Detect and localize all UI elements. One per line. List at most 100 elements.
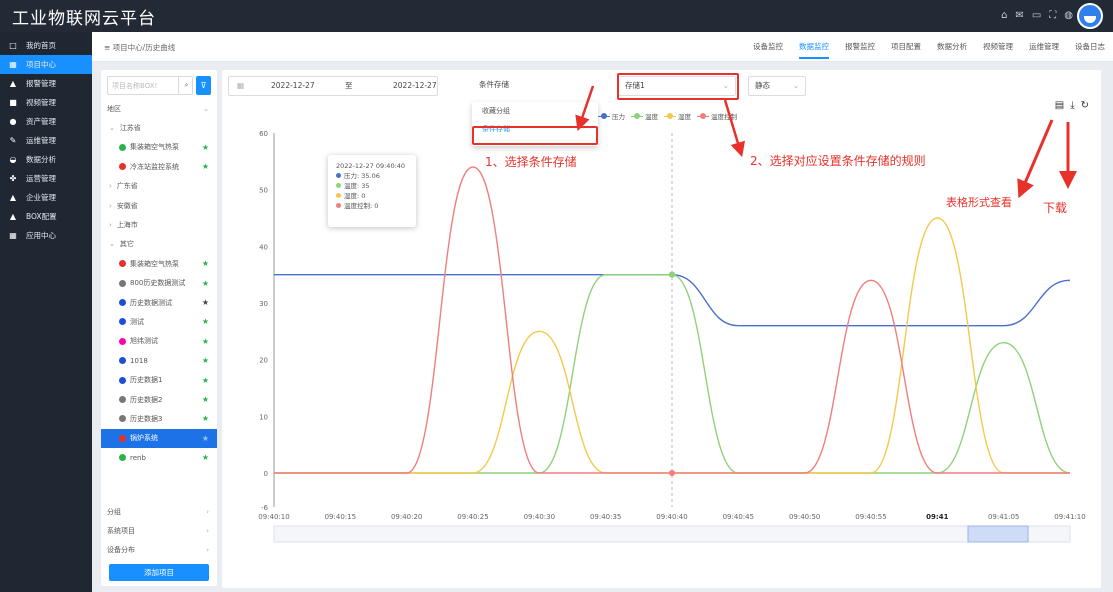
chart-tooltip: 2022-12-27 09:40:40 压力: 35.06 温度: 35 湿度: 0…: [328, 155, 416, 227]
home-icon[interactable]: ⌂: [1001, 10, 1007, 21]
add-project-button[interactable]: 添加项目: [109, 564, 209, 581]
tree-group[interactable]: 地区 ⌄: [101, 99, 217, 118]
tree-item[interactable]: 测试 ★: [101, 312, 217, 331]
table-view-icon[interactable]: ▤: [1055, 100, 1064, 111]
nav-item-1[interactable]: ▦ 项目中心: [0, 55, 92, 74]
tab-2[interactable]: 报警监控: [845, 41, 875, 59]
nav-icon: ▲: [9, 79, 17, 88]
globe-icon[interactable]: ◍: [1064, 10, 1073, 21]
tree-section[interactable]: 设备分布 ›: [101, 541, 217, 560]
nav-item-6[interactable]: ◒ 数据分析: [0, 150, 92, 169]
search-input[interactable]: 项目名称BOX! ⌕: [107, 76, 193, 95]
tree-item[interactable]: 历史数据测试 ★: [101, 293, 217, 312]
y-tick-label: 40: [259, 243, 268, 251]
legend-marker: [631, 112, 643, 119]
tab-4[interactable]: 数据分析: [937, 41, 967, 59]
nav-item-4[interactable]: ● 资产管理: [0, 112, 92, 131]
tab-7[interactable]: 设备日志: [1075, 41, 1105, 59]
legend-item[interactable]: 温度: [631, 111, 658, 121]
star-icon[interactable]: ★: [202, 162, 209, 171]
chevron-down-icon: ⌄: [109, 124, 115, 133]
star-icon[interactable]: ★: [202, 356, 209, 365]
status-dot: [119, 434, 126, 442]
refresh-icon[interactable]: ↻: [1081, 100, 1089, 111]
breadcrumb: ≡ 项目中心/历史曲线: [104, 43, 176, 52]
legend-item[interactable]: 温度控制: [697, 111, 737, 121]
tree-item[interactable]: 1018 ★: [101, 351, 217, 370]
tree-section[interactable]: 系统项目 ›: [101, 521, 217, 540]
tree-item[interactable]: 历史数据3 ★: [101, 409, 217, 428]
status-dot: [119, 143, 126, 151]
nav-item-9[interactable]: ▲ BOX配置: [0, 207, 92, 226]
annotation-table-view: 表格形式查看: [946, 196, 1012, 209]
star-icon[interactable]: ★: [202, 434, 209, 443]
tree-item[interactable]: 集装箱空气热泵 ★: [101, 138, 217, 157]
tab-0[interactable]: 设备监控: [753, 41, 783, 59]
x-tick-label: 09:41: [926, 513, 948, 521]
star-icon[interactable]: ★: [202, 259, 209, 268]
annotation-download: 下载: [1043, 201, 1068, 215]
nav-item-5[interactable]: ✎ 运维管理: [0, 131, 92, 150]
end-date: 2022-12-27: [393, 81, 437, 90]
y-tick-label: 10: [259, 413, 268, 421]
fullscreen-icon[interactable]: ⛶: [1049, 10, 1056, 21]
tree-item[interactable]: 800历史数据测试 ★: [101, 274, 217, 293]
tree-item[interactable]: 集装箱空气热泵 ★: [101, 254, 217, 273]
star-icon[interactable]: ★: [202, 395, 209, 404]
legend-item[interactable]: 湿度: [664, 111, 691, 121]
filter-icon[interactable]: ⊽: [196, 76, 211, 95]
nav-item-7[interactable]: ✤ 运营管理: [0, 169, 92, 188]
star-icon[interactable]: ★: [202, 279, 209, 288]
nav-icon: ✎: [9, 136, 17, 145]
nav-item-8[interactable]: ▲ 企业管理: [0, 188, 92, 207]
tree-group[interactable]: › 上海市: [101, 215, 217, 234]
tree-item[interactable]: 历史数据1 ★: [101, 370, 217, 389]
star-icon[interactable]: ★: [202, 143, 209, 152]
nav-item-10[interactable]: ▦ 应用中心: [0, 226, 92, 245]
tree-section[interactable]: 分组 ›: [101, 502, 217, 521]
tree-item[interactable]: 锅炉系统 ★: [101, 428, 217, 449]
data-point: [669, 271, 675, 278]
chevron-down-icon: ⌄: [203, 104, 209, 113]
zoom-slider: [273, 525, 1071, 543]
chevron-right-icon: ›: [109, 182, 112, 191]
calendar-icon: ▦: [237, 81, 245, 90]
tree-item[interactable]: renb ★: [101, 448, 217, 467]
series-line-0: [274, 273, 1071, 327]
tree-item[interactable]: 冷冻站监控系统 ★: [101, 157, 217, 176]
star-icon[interactable]: ★: [202, 337, 209, 346]
star-icon[interactable]: ★: [202, 453, 209, 462]
y-tick-label: 20: [259, 357, 268, 365]
tree-group[interactable]: › 安徽省: [101, 196, 217, 215]
nav-item-0[interactable]: □ 我的首页: [0, 36, 92, 55]
tree-group[interactable]: ⌄ 江苏省: [101, 118, 217, 137]
status-dot: [119, 415, 126, 423]
star-icon[interactable]: ★: [202, 414, 209, 423]
nav-item-2[interactable]: ▲ 报警管理: [0, 74, 92, 93]
legend-item[interactable]: 压力: [598, 111, 625, 121]
x-tick-label: 09:40:40: [656, 513, 687, 521]
tree-item[interactable]: 历史数据2 ★: [101, 390, 217, 409]
search-icon[interactable]: ⌕: [178, 77, 192, 94]
app-title: 工业物联网云平台: [12, 9, 156, 29]
tab-3[interactable]: 项目配置: [891, 41, 921, 59]
tab-6[interactable]: 运维管理: [1029, 41, 1059, 59]
tab-5[interactable]: 视频管理: [983, 41, 1013, 59]
screen-icon[interactable]: ▭: [1032, 10, 1041, 21]
tree-item[interactable]: 旭纬测试 ★: [101, 332, 217, 351]
star-icon[interactable]: ★: [202, 317, 209, 326]
star-icon[interactable]: ★: [202, 298, 209, 307]
mail-icon[interactable]: ✉: [1015, 10, 1023, 21]
tree-group[interactable]: ⌄ 其它: [101, 235, 217, 254]
avatar[interactable]: [1077, 3, 1103, 29]
date-range-picker[interactable]: ▦ 2022-12-27 至 2022-12-27: [228, 76, 438, 96]
mode-select[interactable]: 静态 ⌄: [748, 76, 806, 96]
tab-1[interactable]: 数据监控: [799, 41, 829, 59]
tree-group[interactable]: › 广东省: [101, 177, 217, 196]
dropdown-item-favorites[interactable]: 收藏分组: [472, 102, 598, 120]
star-icon[interactable]: ★: [202, 376, 209, 385]
nav-item-3[interactable]: ■ 视频管理: [0, 93, 92, 112]
status-dot: [119, 376, 126, 384]
chevron-down-icon: ⌄: [109, 240, 115, 249]
download-icon[interactable]: ⤓: [1070, 100, 1074, 111]
